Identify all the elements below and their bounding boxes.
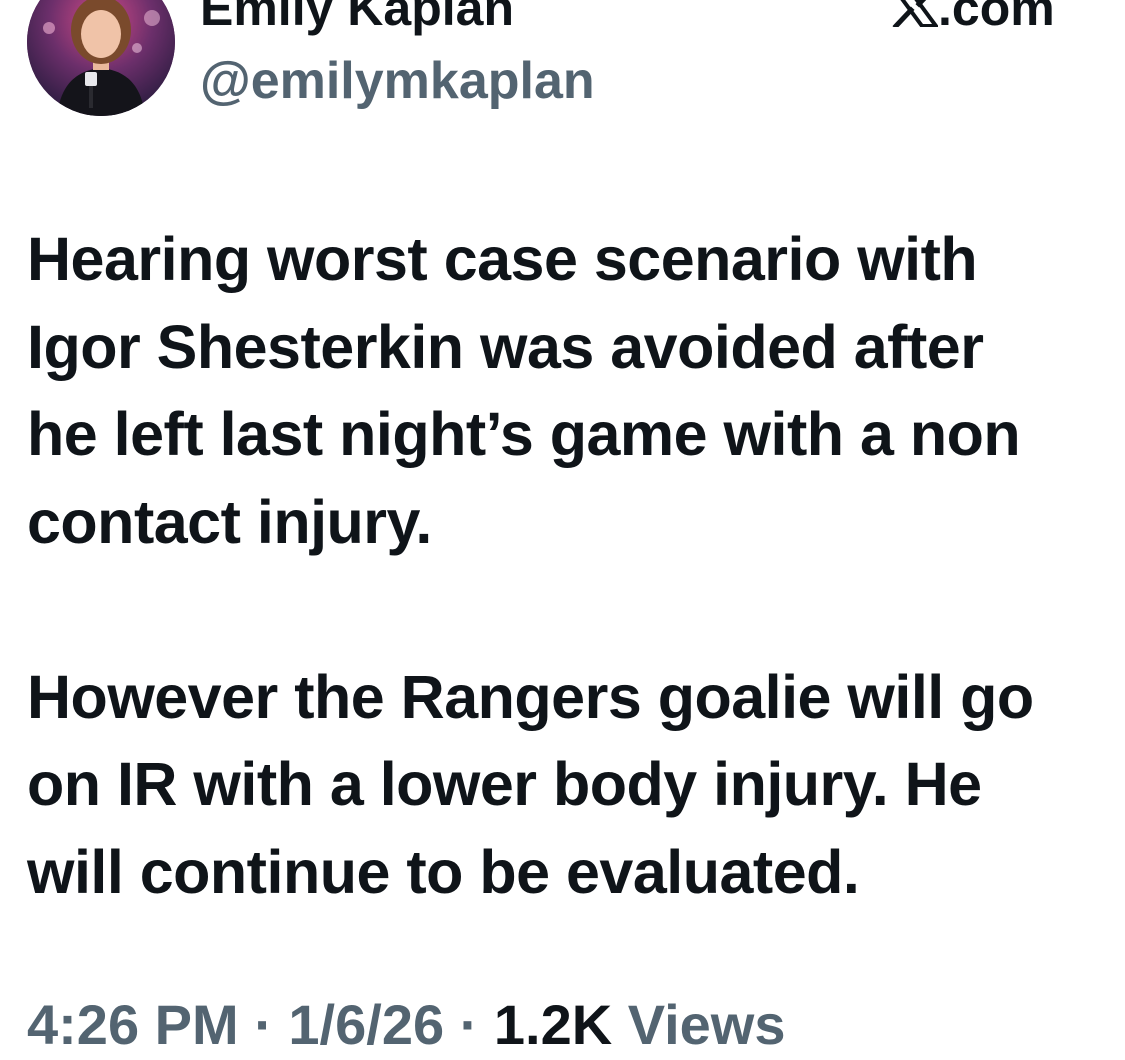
views-label: Views	[627, 993, 786, 1056]
meta-separator: ·	[238, 993, 289, 1056]
profile-photo	[27, 0, 175, 116]
x-logo-icon	[892, 0, 938, 27]
tweet-time[interactable]: 4:26 PM	[27, 993, 239, 1056]
tweet-text: Hearing worst case scenario with Igor Sh…	[27, 216, 1112, 916]
display-name[interactable]: Emily Kaplan	[200, 0, 514, 38]
views-count: 1.2K	[493, 993, 613, 1056]
tweet-meta: 4:26 PM · 1/6/26 · 1.2K Views	[27, 990, 785, 1060]
source-label: .com	[892, 0, 1055, 38]
user-handle[interactable]: @emilymkaplan	[200, 50, 595, 112]
tweet-paragraph: However the Rangers goalie will go on IR…	[27, 662, 1034, 906]
tweet-paragraph: Hearing worst case scenario with Igor Sh…	[27, 225, 1021, 556]
meta-separator: ·	[444, 993, 494, 1056]
tweet-date[interactable]: 1/6/26	[288, 993, 444, 1056]
source-domain-suffix: .com	[938, 0, 1055, 36]
avatar[interactable]	[27, 0, 175, 116]
